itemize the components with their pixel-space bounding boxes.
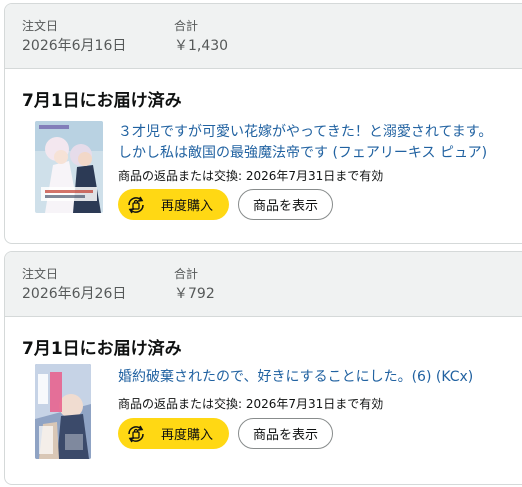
return-window-text: 商品の返品または交換: 2026年7月31日まで有効 — [118, 169, 384, 183]
order-header: 注文日 2026年6月26日 合計 ￥792 — [5, 252, 522, 317]
product-image[interactable] — [35, 364, 91, 459]
order-total-label: 合計 — [174, 267, 199, 281]
buy-again-button[interactable]: 再度購入 — [118, 189, 229, 220]
rebuy-cycle-bag-icon — [128, 196, 144, 213]
order-card: 注文日 2026年6月16日 合計 ￥1,430 7月1日にお届け済み ３才児で… — [4, 3, 522, 244]
delivery-status: 7月1日にお届け済み — [22, 339, 182, 359]
order-date-label: 注文日 — [22, 267, 59, 281]
buy-again-label: 再度購入 — [161, 199, 214, 214]
order-total-label: 合計 — [174, 19, 199, 33]
delivery-status: 7月1日にお届け済み — [22, 91, 182, 111]
order-date-label: 注文日 — [22, 19, 59, 33]
view-item-button[interactable]: 商品を表示 — [238, 189, 333, 220]
order-total: ￥792 — [174, 286, 215, 302]
buy-again-label: 再度購入 — [161, 428, 214, 443]
order-header: 注文日 2026年6月16日 合計 ￥1,430 — [5, 4, 522, 69]
product-title-link[interactable]: 婚約破棄されたので、好きにすることにした。(6) (KCx) — [118, 367, 518, 388]
buy-again-button[interactable]: 再度購入 — [118, 418, 229, 449]
rebuy-cycle-bag-icon — [128, 425, 144, 442]
view-item-button[interactable]: 商品を表示 — [238, 418, 333, 449]
action-buttons: 再度購入 商品を表示 — [118, 189, 333, 220]
return-window-text: 商品の返品または交換: 2026年7月31日まで有効 — [118, 397, 384, 411]
action-buttons: 再度購入 商品を表示 — [118, 418, 333, 449]
order-card: 注文日 2026年6月26日 合計 ￥792 7月1日にお届け済み 婚約破棄され… — [4, 251, 522, 485]
product-image[interactable] — [35, 121, 103, 213]
order-date: 2026年6月16日 — [22, 38, 127, 54]
product-title-link[interactable]: ３才児ですが可愛い花嫁がやってきた！と溺愛されてます。しかし私は敵国の最強魔法帝… — [118, 122, 506, 164]
order-date: 2026年6月26日 — [22, 286, 127, 302]
order-total: ￥1,430 — [174, 38, 229, 54]
